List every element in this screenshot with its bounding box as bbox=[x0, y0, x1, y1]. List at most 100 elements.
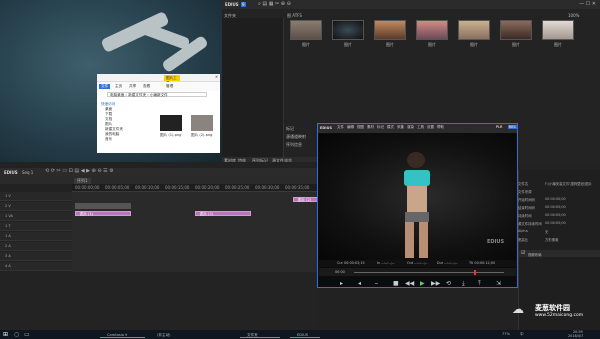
preview-monitor[interactable]: EDIUS bbox=[319, 134, 516, 260]
thumb-label: 图片 bbox=[470, 42, 478, 47]
menu-file[interactable]: 文件 bbox=[337, 125, 344, 130]
filter-name: 视频布局 bbox=[528, 253, 542, 257]
info-item[interactable]: 标记 bbox=[286, 126, 316, 134]
track-header[interactable]: 2 A bbox=[0, 242, 72, 251]
rewind-button[interactable]: ◀◀ bbox=[405, 280, 414, 287]
fast-forward-button[interactable]: ▶▶ bbox=[431, 280, 440, 287]
menu-clip[interactable]: 素材 bbox=[367, 125, 374, 130]
file-thumbnail[interactable] bbox=[160, 115, 182, 131]
tab-share[interactable]: 共享 bbox=[129, 84, 136, 89]
track-header[interactable]: 1 VA bbox=[0, 212, 72, 221]
input-language[interactable]: 中 bbox=[520, 332, 524, 337]
timeline-clip[interactable]: 图片 (2) bbox=[293, 197, 318, 202]
track-header[interactable]: 2 V bbox=[0, 202, 72, 211]
address-bar[interactable]: 电脑桌面 › 新建文件夹 › 小编新文件 bbox=[107, 92, 207, 97]
info-item[interactable]: 源通道映射 bbox=[286, 134, 316, 142]
thumb-label: 图片 bbox=[344, 42, 352, 47]
file-thumbnail[interactable] bbox=[191, 115, 213, 131]
timeline-titlebar: EDIUS Seq 1 ⟲ ⟳ ✂ ▭ ⊡ ▤ ◀ ▶ ⊕ ⊖ ☰ ⚙ bbox=[0, 168, 318, 176]
menu-help[interactable]: 帮助 bbox=[437, 125, 444, 130]
clock-date[interactable]: 2018/4/7 bbox=[568, 334, 583, 338]
tc-total: Ttl 00:00:12;00 bbox=[469, 261, 496, 265]
range-start: 00:00 bbox=[335, 270, 345, 274]
menu-tools[interactable]: 工具 bbox=[417, 125, 424, 130]
taskbar-app[interactable]: EDIUS bbox=[290, 331, 320, 338]
bin-tool-icon[interactable]: ⌕ ▤ ▦ ✂ ⊕ ⊖ bbox=[258, 1, 291, 7]
track-header[interactable]: 3 A bbox=[0, 252, 72, 261]
search-icon[interactable]: ○ bbox=[14, 331, 19, 338]
tab-file[interactable]: 文件 bbox=[99, 84, 111, 89]
loop-button[interactable]: ⟲ bbox=[446, 280, 451, 287]
menu-marker[interactable]: 标记 bbox=[377, 125, 384, 130]
insert-button[interactable]: ⤓ bbox=[462, 280, 465, 288]
mark-out-button[interactable]: ◂ bbox=[358, 280, 361, 287]
timeline-clip[interactable]: 图片 (2) bbox=[195, 211, 251, 216]
windows-start-icon[interactable]: ⊞ bbox=[3, 331, 8, 338]
ruler-tick: 00:00:05;00 bbox=[105, 185, 130, 190]
stop-button[interactable]: ■ bbox=[393, 280, 399, 287]
player-scrub-bar[interactable]: 00:00 bbox=[319, 268, 516, 276]
thumb-label: 图片 bbox=[554, 42, 562, 47]
menu-settings[interactable]: 设置 bbox=[427, 125, 434, 130]
menu-view[interactable]: 视图 bbox=[357, 125, 364, 130]
explorer-titlebar: 图片工具 ✕ bbox=[97, 74, 220, 85]
bin-thumb[interactable] bbox=[374, 20, 406, 40]
task-view-icon[interactable]: ▭ bbox=[24, 331, 30, 338]
preview-logo: EDIUS bbox=[487, 239, 505, 245]
prop-label: 文件来源 bbox=[518, 190, 532, 194]
figure-top bbox=[404, 170, 430, 186]
filter-row[interactable]: ☑ 视频布局 bbox=[519, 250, 600, 257]
picture-tools-tab[interactable]: 图片工具 bbox=[164, 75, 180, 85]
mode-label[interactable]: PLR bbox=[496, 125, 503, 129]
bin-thumb[interactable] bbox=[458, 20, 490, 40]
bin-thumb[interactable] bbox=[500, 20, 532, 40]
export-button[interactable]: ⇲ bbox=[496, 280, 501, 287]
file-explorer-window: 图片工具 ✕ 文件 主页 共享 查看 管理 电脑桌面 › 新建文件夹 › 小编新… bbox=[97, 74, 220, 153]
timeline-clip[interactable]: 图片 (1) bbox=[75, 211, 131, 216]
taskbar-app[interactable]: (非主动) bbox=[150, 331, 190, 338]
bin-thumb[interactable] bbox=[290, 20, 322, 40]
menu-capture[interactable]: 采集 bbox=[397, 125, 404, 130]
menu-edit[interactable]: 编辑 bbox=[347, 125, 354, 130]
track-header[interactable]: 4 A bbox=[0, 262, 72, 271]
bin-titlebar: EDIUS 9 ⌕ ▤ ▦ ✂ ⊕ ⊖ — ☐ ✕ bbox=[222, 0, 600, 9]
ruler-tick: 00:00:20;00 bbox=[195, 185, 220, 190]
menu-mode[interactable]: 模式 bbox=[387, 125, 394, 130]
taskbar-app[interactable]: 文件夹 bbox=[240, 331, 280, 338]
path-segment[interactable]: 小编新文件 bbox=[150, 93, 168, 97]
prop-value: F:\小编安装文件\搜狗壁纸\图片 bbox=[545, 182, 592, 186]
nav-item[interactable]: 音乐 bbox=[101, 137, 145, 142]
mark-in-button[interactable]: ▸ bbox=[340, 280, 343, 287]
zoom-level[interactable]: 100% bbox=[568, 13, 579, 18]
playhead[interactable] bbox=[474, 270, 476, 275]
bin-folder-label: 图 ATFS bbox=[287, 13, 302, 18]
window-controls-icon[interactable]: — ☐ ✕ bbox=[579, 1, 596, 7]
menu-render[interactable]: 渲染 bbox=[407, 125, 414, 130]
folder-tree[interactable] bbox=[222, 18, 284, 162]
bin-thumb[interactable] bbox=[332, 20, 364, 40]
bin-thumb[interactable] bbox=[542, 20, 574, 40]
track-header[interactable]: 1 T bbox=[0, 222, 72, 231]
checkbox-icon[interactable]: ☑ bbox=[521, 250, 525, 256]
taskbar-app[interactable]: Camtasia 9 bbox=[100, 331, 145, 338]
ruler-tick: 00:00:10;00 bbox=[135, 185, 160, 190]
play-button[interactable]: ▶ bbox=[420, 280, 425, 287]
set-in-button[interactable]: ⎯ bbox=[375, 280, 378, 288]
figure-torso bbox=[407, 186, 427, 212]
path-segment[interactable]: 电脑桌面 bbox=[108, 93, 124, 97]
tab-view[interactable]: 查看 bbox=[143, 84, 150, 89]
timeline-ruler[interactable]: 00:00:00;00 00:00:05;00 00:00:10;00 00:0… bbox=[72, 184, 318, 192]
overwrite-button[interactable]: ⤒ bbox=[478, 280, 481, 288]
mode-badge[interactable]: REC bbox=[508, 125, 518, 129]
scrub-track[interactable] bbox=[354, 272, 504, 273]
timeline-tools-icon[interactable]: ⟲ ⟳ ✂ ▭ ⊡ ▤ ◀ ▶ ⊕ ⊖ ☰ ⚙ bbox=[45, 168, 114, 174]
track-header[interactable]: 1 V bbox=[0, 192, 72, 201]
tab-home[interactable]: 主页 bbox=[115, 84, 122, 89]
close-icon[interactable]: ✕ bbox=[215, 75, 218, 79]
battery-level[interactable]: 77% bbox=[502, 332, 510, 336]
info-item[interactable]: 序列信息 bbox=[286, 142, 316, 150]
bin-thumb[interactable] bbox=[416, 20, 448, 40]
track-header[interactable]: 1 A bbox=[0, 232, 72, 241]
path-segment[interactable]: 新建文件夹 bbox=[128, 93, 146, 97]
tab-manage[interactable]: 管理 bbox=[166, 84, 173, 89]
